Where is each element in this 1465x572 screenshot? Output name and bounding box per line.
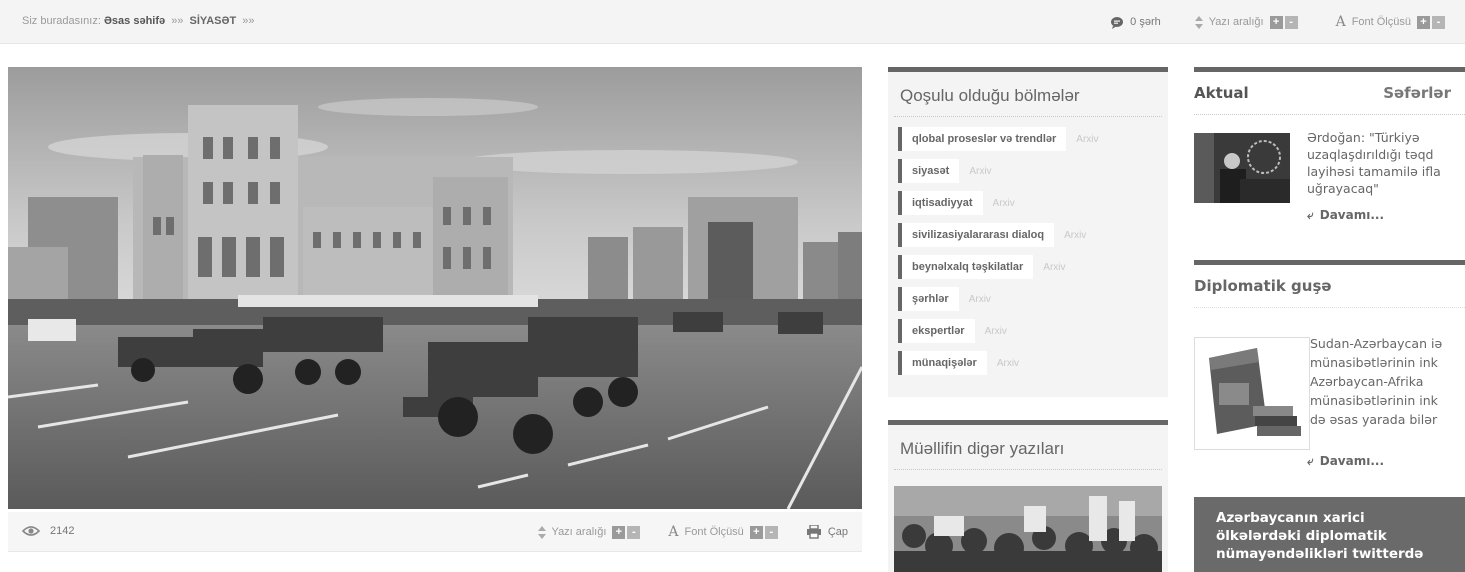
section-item: münaqişələr Arxiv [898, 351, 1162, 375]
archive-link[interactable]: Arxiv [969, 294, 991, 305]
comment-icon [1110, 16, 1124, 29]
comments-count: 0 şərh [1130, 16, 1161, 28]
printer-icon [806, 525, 822, 539]
breadcrumb-separator: »» [171, 15, 184, 27]
section-item: beynəlxalq təşkilatlar Arxiv [898, 255, 1162, 279]
back-arrow-icon: ⤶ [1307, 454, 1314, 468]
sections-list: qlobal proseslər və trendlər Arxiv siyas… [888, 117, 1168, 375]
font-size-decrease-button[interactable]: - [1432, 15, 1445, 29]
breadcrumb-separator: »» [242, 15, 255, 27]
archive-link[interactable]: Arxiv [985, 326, 1007, 337]
top-bar: Siz buradasınız: Əsas səhifə »» SİYASƏT … [0, 0, 1465, 44]
read-more-link[interactable]: ⤶ Davamı... [1307, 208, 1384, 223]
article-tools: 0 şərh Yazı aralığı + - A Font Ölçüsü + … [1110, 12, 1465, 32]
section-link[interactable]: siyasət [898, 159, 960, 183]
section-link[interactable]: iqtisadiyyat [898, 191, 983, 215]
section-link[interactable]: şərhlər [898, 287, 959, 311]
section-item: qlobal proseslər və trendlər Arxiv [898, 127, 1162, 151]
line-spacing-label: Yazı aralığı [1208, 16, 1264, 28]
view-count: 2142 [22, 525, 74, 537]
font-size-increase-button[interactable]: + [749, 525, 763, 539]
line-spacing-label: Yazı aralığı [551, 526, 607, 538]
line-spacing-increase-button[interactable]: + [612, 525, 626, 539]
font-size-label: Font Ölçüsü [1351, 16, 1411, 28]
twitter-promo-box[interactable]: Azərbaycanın xarici ölkələrdəki diplomat… [1194, 497, 1465, 572]
news-item: Ərdoğan: "Türkiyə uzaqlaşdırıldığı təqd … [1194, 115, 1465, 260]
font-size-control: A Font Ölçüsü + - [1336, 14, 1445, 30]
breadcrumb-prefix: Siz buradasınız: [22, 15, 101, 27]
line-spacing-control-bottom: Yazı aralığı + - [537, 525, 641, 539]
section-item: iqtisadiyyat Arxiv [898, 191, 1162, 215]
right-sidebar: Aktual Səfərlər Ərdoğan: "Türkiyə uzaqla… [1194, 67, 1465, 572]
archive-link[interactable]: Arxiv [969, 166, 991, 177]
archive-link[interactable]: Arxiv [997, 358, 1019, 369]
archive-link[interactable]: Arxiv [1064, 230, 1086, 241]
line-spacing-increase-button[interactable]: + [1269, 15, 1283, 29]
read-more-link[interactable]: ⤶ Davamı... [1307, 454, 1384, 469]
tab-trips[interactable]: Səfərlər [1383, 84, 1451, 102]
eye-icon [22, 525, 40, 537]
archive-link[interactable]: Arxiv [1043, 262, 1065, 273]
font-a-icon: A [1335, 14, 1346, 30]
font-size-decrease-button[interactable]: - [764, 525, 778, 539]
updown-arrows-icon [537, 525, 546, 539]
diplomatic-news-title[interactable]: Sudan-Azərbaycan iə münasibətlərinin ink… [1310, 334, 1442, 429]
back-arrow-icon: ⤶ [1307, 208, 1314, 222]
font-size-increase-button[interactable]: + [1417, 15, 1430, 29]
line-spacing-decrease-button[interactable]: - [627, 525, 641, 539]
diplomatic-news-thumbnail[interactable] [1194, 337, 1310, 450]
breadcrumb: Siz buradasınız: Əsas səhifə »» SİYASƏT … [22, 15, 258, 27]
news-title[interactable]: Ərdoğan: "Türkiyə uzaqlaşdırıldığı təqd … [1307, 129, 1465, 197]
sections-box-title: Qoşulu olduğu bölmələr [894, 72, 1162, 117]
section-item: sivilizasiyalararası dialoq Arxiv [898, 223, 1162, 247]
news-tabs: Aktual Səfərlər [1194, 67, 1465, 115]
section-item: siyasət Arxiv [898, 159, 1162, 183]
section-item: şərhlər Arxiv [898, 287, 1162, 311]
sections-box: Qoşulu olduğu bölmələr qlobal proseslər … [888, 67, 1168, 397]
section-link[interactable]: münaqişələr [898, 351, 987, 375]
updown-arrows-icon [1194, 15, 1203, 29]
font-a-icon: A [668, 524, 679, 540]
line-spacing-control: Yazı aralığı + - [1194, 15, 1298, 29]
breadcrumb-home-link[interactable]: Əsas səhifə [104, 15, 165, 27]
diplomatic-corner-title: Diplomatik guşə [1194, 260, 1465, 308]
print-label: Çap [827, 526, 848, 538]
print-button[interactable]: Çap [806, 525, 848, 539]
section-link[interactable]: qlobal proseslər və trendlər [898, 127, 1067, 151]
section-link[interactable]: ekspertlər [898, 319, 975, 343]
line-spacing-decrease-button[interactable]: - [1284, 15, 1298, 29]
news-thumbnail[interactable] [1194, 133, 1290, 203]
archive-link[interactable]: Arxiv [1076, 134, 1098, 145]
tab-actual[interactable]: Aktual [1194, 84, 1249, 102]
font-size-label: Font Ölçüsü [684, 526, 744, 538]
author-articles-box: Müəllifin digər yazıları [888, 420, 1168, 572]
author-articles-title: Müəllifin digər yazıları [894, 425, 1162, 470]
font-size-control-bottom: A Font Ölçüsü + - [668, 524, 778, 540]
section-item: ekspertlər Arxiv [898, 319, 1162, 343]
archive-link[interactable]: Arxiv [993, 198, 1015, 209]
author-article-thumbnail[interactable] [894, 486, 1162, 572]
comments-link[interactable]: 0 şərh [1110, 16, 1161, 29]
breadcrumb-section-link[interactable]: SİYASƏT [190, 15, 237, 27]
article-main-photo [8, 67, 862, 509]
section-link[interactable]: beynəlxalq təşkilatlar [898, 255, 1034, 279]
section-link[interactable]: sivilizasiyalararası dialoq [898, 223, 1055, 247]
view-count-value: 2142 [50, 525, 75, 537]
article-meta-bar: 2142 Yazı aralığı + - A Font Ölçüsü + - [8, 512, 862, 552]
